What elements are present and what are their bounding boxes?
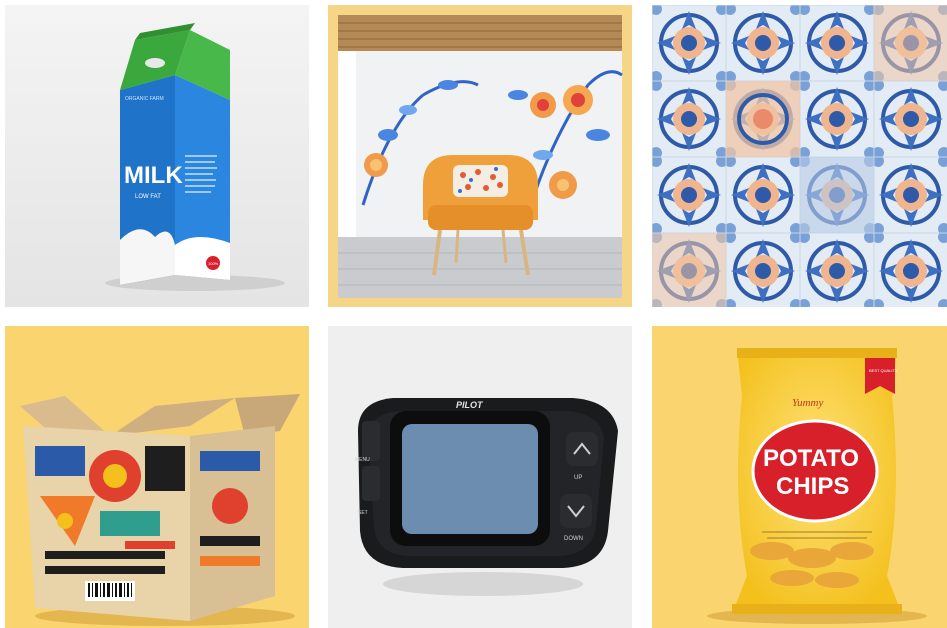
milk-badge-label: 100% [208,261,219,266]
gps-device-illustration: PILOT MENU SET UP DOWN [328,326,632,628]
milk-carton-illustration: ORGANIC FARM MILK LOW FAT 100% [5,5,309,307]
back-button[interactable] [362,466,380,501]
image-gallery: ORGANIC FARM MILK LOW FAT 100% PILOT MEN… [0,0,947,628]
chair-mural-image[interactable] [328,5,632,307]
potato-chips-image[interactable]: BEST QUALITY Yummy POTATO CHIPS [652,326,947,628]
up-button[interactable] [566,432,598,466]
cap-icon [145,58,165,68]
chair-mural-illustration [328,5,632,307]
milk-brand-small: ORGANIC FARM [125,96,164,102]
device-menu-label: MENU [355,457,370,463]
gps-device-image[interactable]: PILOT MENU SET UP DOWN [328,326,632,628]
barcode-icon [85,581,135,601]
chips-line1-label: POTATO [763,445,859,472]
printed-box-image[interactable] [5,326,309,628]
potato-chips-illustration: BEST QUALITY Yummy POTATO CHIPS [652,326,947,628]
chips-line2-label: CHIPS [776,473,849,500]
chips-brand-label: Yummy [792,397,823,409]
ornamental-tiles-illustration [652,5,947,307]
device-set-label: SET [358,510,368,516]
device-screen [402,424,538,534]
device-up-label: UP [574,475,582,481]
milk-sub-label: LOW FAT [135,194,161,200]
device-down-label: DOWN [564,536,583,542]
ornamental-tiles-image[interactable] [652,5,947,307]
menu-button[interactable] [362,421,380,461]
ribbon-label: BEST QUALITY [869,368,898,373]
printed-box-illustration [5,326,309,628]
milk-carton-image[interactable]: ORGANIC FARM MILK LOW FAT 100% [5,5,309,307]
milk-main-label: MILK [124,162,183,189]
down-button[interactable] [560,494,592,528]
device-brand-label: PILOT [456,400,484,410]
